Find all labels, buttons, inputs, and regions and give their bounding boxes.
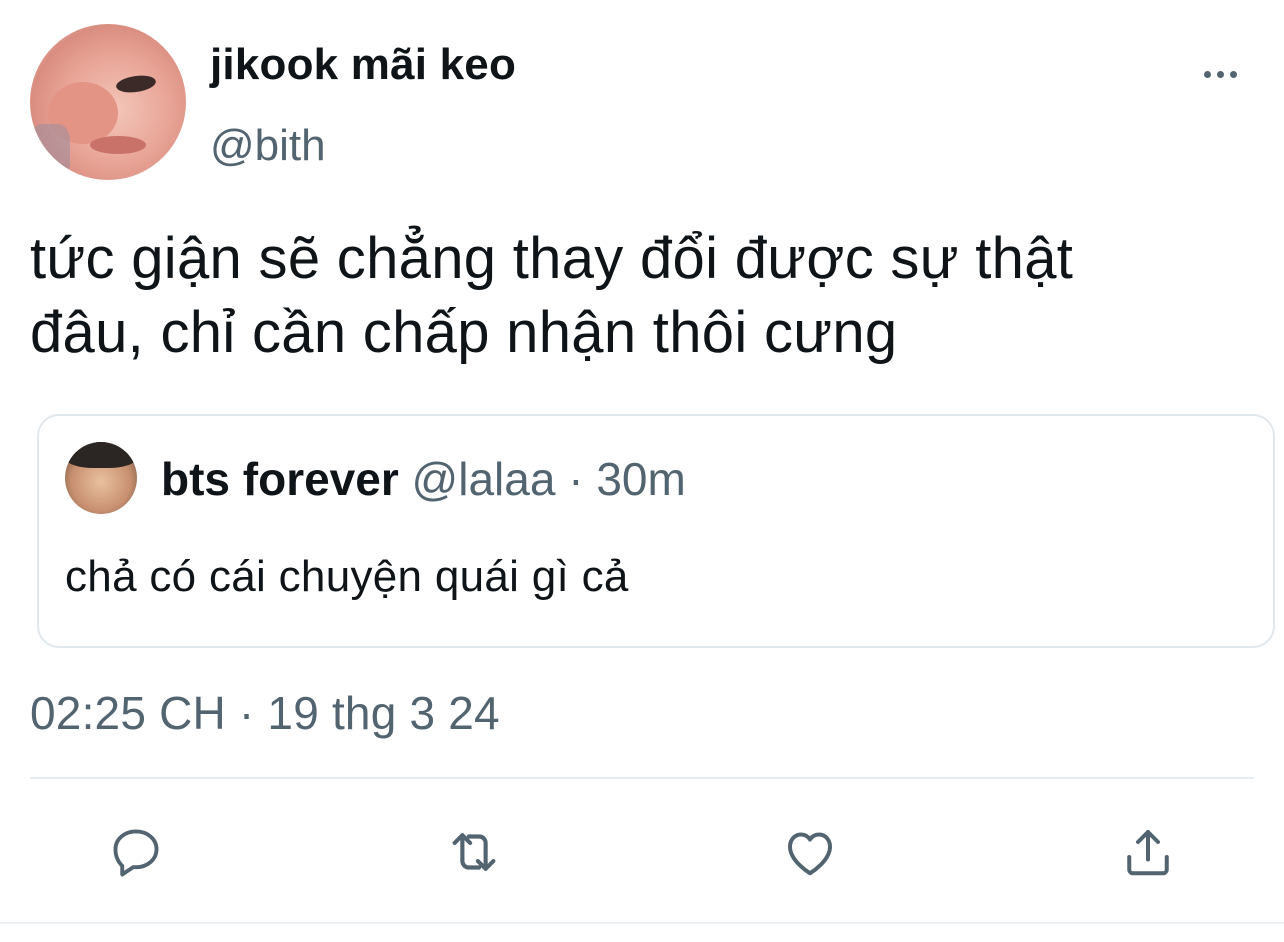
- quoted-tweet-text: chả có cái chuyện quái gì cả: [65, 552, 629, 601]
- quoted-handle: @lalaa: [411, 453, 556, 505]
- quoted-separator: ·: [568, 453, 584, 505]
- avatar-background-shape: [30, 124, 70, 180]
- tweet-text-line: tức giận sẽ chẳng thay đổi được sự thật: [30, 226, 1074, 291]
- more-dot: [1216, 70, 1224, 78]
- quoted-tweet-header: bts forever @lalaa · 30m: [161, 452, 686, 506]
- tweet-text: tức giận sẽ chẳng thay đổi được sự thật …: [30, 222, 1280, 370]
- avatar[interactable]: [30, 24, 186, 180]
- reply-icon: [113, 829, 159, 877]
- author-display-name[interactable]: jikook mãi keo: [210, 40, 516, 90]
- bottom-divider: [0, 922, 1284, 924]
- avatar-eye-shape: [115, 73, 157, 95]
- tweet-text-line: đâu, chỉ cần chấp nhận thôi cưng: [30, 300, 898, 365]
- divider: [30, 777, 1254, 779]
- quoted-avatar-hair-shape: [65, 442, 137, 468]
- retweet-icon: [452, 833, 496, 871]
- share-button[interactable]: [1116, 820, 1180, 884]
- author-handle[interactable]: @bith: [210, 121, 326, 171]
- tweet-timestamp[interactable]: 02:25 CH · 19 thg 3 24: [30, 686, 500, 740]
- share-icon: [1127, 830, 1169, 876]
- reply-button[interactable]: [104, 820, 168, 884]
- more-horizontal-icon: [1203, 70, 1211, 78]
- quoted-time-ago: 30m: [596, 453, 686, 505]
- more-options-button[interactable]: [1196, 56, 1244, 92]
- more-dot: [1229, 70, 1237, 78]
- quoted-tweet-card[interactable]: bts forever @lalaa · 30m chả có cái chuy…: [37, 414, 1275, 648]
- avatar-mouth-shape: [90, 136, 146, 154]
- like-button[interactable]: [778, 820, 842, 884]
- quoted-avatar: [65, 442, 137, 514]
- like-icon: [788, 832, 832, 876]
- quoted-display-name: bts forever: [161, 453, 399, 505]
- retweet-button[interactable]: [442, 820, 506, 884]
